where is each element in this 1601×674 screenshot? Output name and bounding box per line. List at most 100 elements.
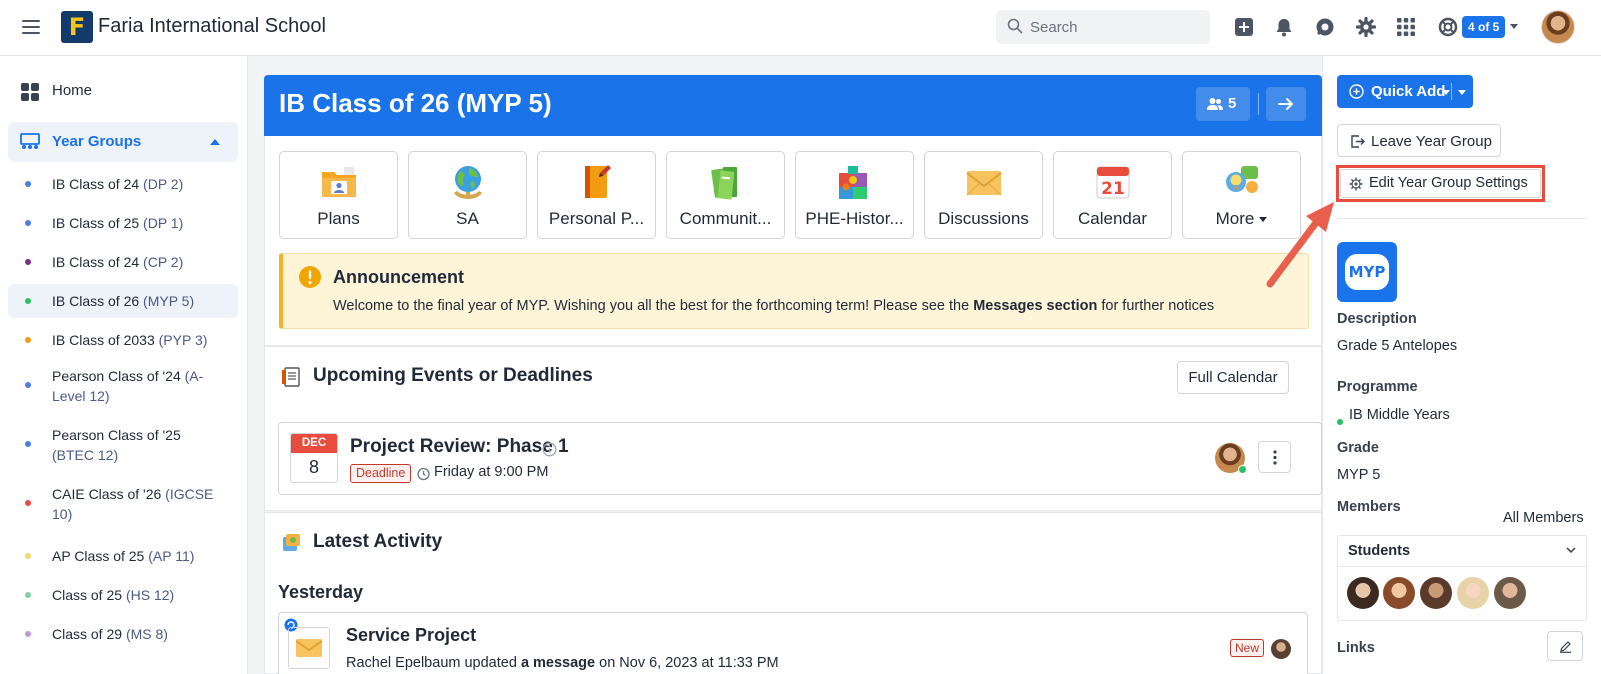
activity-actor: Rachel Epelbaum updated [346,655,521,671]
envelope-icon [295,639,323,657]
student-avatar[interactable] [1457,577,1489,609]
quick-add-button[interactable]: Quick Add [1337,75,1473,108]
sidebar-item-year-group[interactable]: Pearson Class of '25 (BTEC 12) [8,421,238,469]
chevron-up-icon[interactable] [210,139,220,145]
leave-year-group-button[interactable]: Leave Year Group [1337,124,1501,157]
members-button[interactable]: 5 [1196,87,1250,121]
member-count: 5 [1228,95,1237,112]
sidebar-item-year-group[interactable]: IB Class of 24 (CP 2) [8,245,238,279]
search-input[interactable] [1030,10,1200,44]
messages-section-link[interactable]: Messages section [973,298,1097,314]
sidebar-item-year-group[interactable]: Class of 25 (HS 12) [8,578,238,612]
puzzle-icon [839,166,867,199]
group-tools-card: Plans SA Personal P... Communit... PHE-H… [264,136,1322,346]
tile-sa[interactable]: SA [408,151,527,239]
user-avatar[interactable] [1541,10,1575,44]
event-options-button[interactable] [1258,441,1291,473]
year-group-name: IB Class of 26 [52,293,140,309]
sidebar-item-label: IB Class of 24 (DP 2) [52,174,222,194]
apps-grid-icon[interactable] [1395,16,1417,38]
exclamation-icon [299,266,321,288]
activity-object-link[interactable]: a message [521,655,595,671]
plus-circle-icon [1349,84,1364,99]
tile-discussions[interactable]: Discussions [924,151,1043,239]
sidebar-item-year-group[interactable]: IB Class of 25 (DP 1) [8,206,238,240]
exit-icon [1351,135,1365,148]
tile-personal-project[interactable]: Personal P... [537,151,656,239]
activity-user-avatar[interactable] [1271,639,1291,659]
caret-down-icon[interactable] [1458,90,1466,95]
school-logo[interactable]: F [61,11,93,43]
activity-title[interactable]: Service Project [346,625,476,646]
envelope-icon [966,171,1002,196]
color-dot [25,500,31,506]
search-box[interactable] [996,10,1210,44]
student-avatar[interactable] [1383,577,1415,609]
activity-item[interactable]: Service Project Rachel Epelbaum updated … [278,612,1308,674]
students-dropdown[interactable]: Students [1338,536,1586,567]
programme-logo-text: MYP [1345,254,1389,290]
activity-thumbnail [288,627,330,669]
grade-value: MYP 5 [1337,467,1381,483]
year-group-name: IB Class of 24 [52,176,140,192]
tile-label: Calendar [1078,209,1147,228]
calendar-tile-day: 21 [1101,179,1125,199]
tile-calendar[interactable]: 21 Calendar [1053,151,1172,239]
year-group-programme: (DP 2) [143,176,184,192]
event-title[interactable]: Project Review: Phase 1 [350,436,569,458]
sidebar-item-year-group[interactable]: Pearson Class of '24 (A-Level 12) [8,362,238,410]
event-card[interactable]: DEC 8 Project Review: Phase 1 Deadline F… [278,422,1322,495]
chat-icon[interactable] [1314,16,1336,38]
divider [1337,218,1587,219]
gear-icon[interactable] [1355,16,1377,38]
sidebar-item-year-group[interactable]: IB Class of 2033 (PYP 3) [8,323,238,357]
sidebar-item-year-groups[interactable]: Year Groups [8,122,238,162]
year-group-programme: (BTEC 12) [52,447,119,463]
year-group-name: AP Class of 25 [52,548,145,564]
year-group-programme: (PYP 3) [158,332,208,348]
color-dot [25,181,31,187]
bell-icon[interactable] [1273,16,1295,38]
sidebar-item-year-group[interactable]: CAIE Class of '26 (IGCSE 10) [8,480,238,528]
grade-label: Grade [1337,440,1379,456]
sidebar-item-year-group[interactable]: IB Class of 26 (MYP 5) [8,284,238,318]
programme-value: IB Middle Years [1349,407,1450,423]
sidebar-item-year-group[interactable]: AP Class of 25 (AP 11) [8,539,238,573]
sidebar-item-year-group[interactable]: Class of 29 (MS 8) [8,617,238,651]
menu-icon[interactable] [22,17,40,37]
sidebar-item-year-group[interactable]: IB Class of 24 (DP 2) [8,167,238,201]
student-avatar[interactable] [1347,577,1379,609]
edit-settings-label: Edit Year Group Settings [1369,175,1528,191]
student-avatar[interactable] [1494,577,1526,609]
online-status-dot [1238,465,1247,474]
add-icon[interactable] [1233,16,1255,38]
tile-plans[interactable]: Plans [279,151,398,239]
full-calendar-button[interactable]: Full Calendar [1177,361,1289,394]
school-counter-badge[interactable]: 4 of 5 [1462,16,1506,38]
tile-more[interactable]: More [1182,151,1301,239]
cog-icon [1349,177,1363,191]
tile-phe-history[interactable]: PHE-Histor... [795,151,914,239]
sidebar-item-label: Pearson Class of '24 (A-Level 12) [52,366,222,406]
color-dot [25,337,31,343]
info-icon[interactable] [542,442,557,457]
help-lifebuoy-icon[interactable] [1437,16,1459,38]
tile-community-project[interactable]: Communit... [666,151,785,239]
announcement-title: Announcement [333,267,465,287]
sidebar-item-home[interactable]: Home [8,72,238,112]
year-group-name: CAIE Class of '26 [52,486,162,502]
tile-label: PHE-Histor... [805,209,904,228]
all-members-link[interactable]: All Members [1503,510,1584,526]
student-avatar[interactable] [1420,577,1452,609]
tile-label: Communit... [679,209,772,228]
edit-year-group-settings-button[interactable]: Edit Year Group Settings [1340,169,1541,198]
classroom-icon [20,133,40,149]
tile-label: More [1187,209,1296,229]
edit-links-button[interactable] [1547,631,1583,661]
year-group-programme: (CP 2) [143,254,184,270]
announcement-box: Announcement Welcome to the final year o… [279,253,1309,329]
school-name[interactable]: Faria International School [98,15,326,38]
color-dot [25,441,31,447]
chevron-down-icon[interactable] [1510,24,1518,29]
go-to-group-button[interactable] [1266,87,1306,121]
